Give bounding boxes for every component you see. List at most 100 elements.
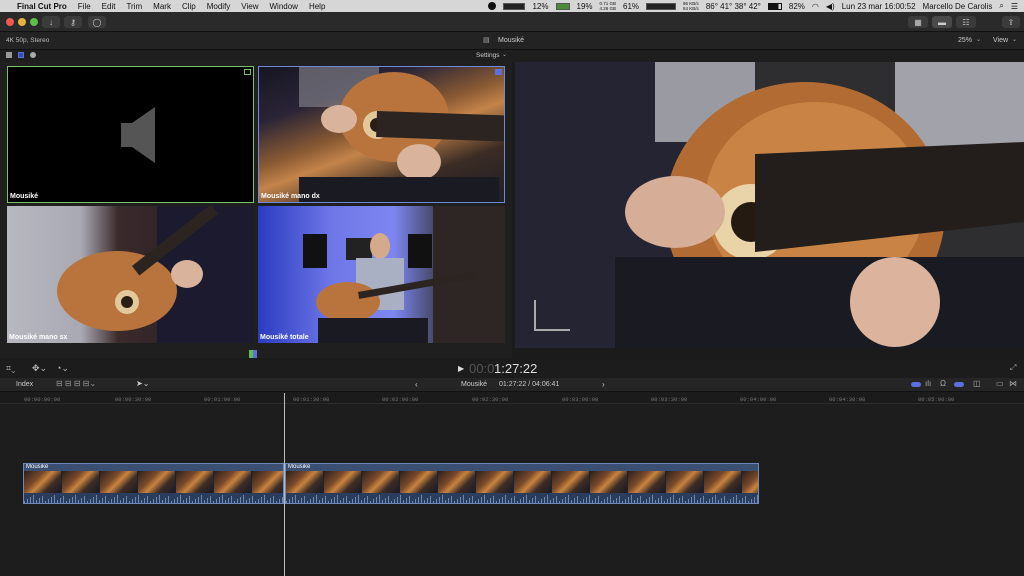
timeline[interactable]: Mousiké Mousiké [0, 404, 1024, 576]
effects-browser-icon[interactable]: ⋈ [1009, 379, 1017, 388]
waveform-bar [307, 501, 308, 503]
waveform-bar [568, 495, 569, 503]
select-tool-icon[interactable]: ➤⌄ [136, 379, 149, 388]
menu-clip[interactable]: Clip [182, 2, 196, 11]
menu-window[interactable]: Window [270, 2, 298, 11]
waveform-bar [105, 496, 106, 503]
clip-appearance-icon[interactable]: ▭ [996, 379, 1004, 388]
angle-tile-2[interactable]: Mousiké mano dx [258, 66, 505, 203]
waveform-bar [715, 495, 716, 503]
skimming-icon[interactable]: ◫ [973, 379, 981, 388]
angle-tile-1[interactable]: Mousiké [7, 66, 254, 203]
ruler-tick: 00:02:30:00 [472, 396, 509, 403]
fullscreen-icon[interactable]: ⤢ [1010, 363, 1016, 373]
transform-tool-icon[interactable]: ✥⌄ [32, 363, 47, 374]
waveform-icon[interactable]: ılı [925, 379, 931, 388]
waveform-bar [171, 501, 172, 503]
index-button[interactable]: Index [16, 381, 33, 388]
angle-tile-3[interactable]: Mousiké mano sx [7, 206, 254, 343]
ruler-tick: 00:04:00:00 [740, 396, 777, 403]
inspector-toggle-button[interactable]: ☷ [956, 16, 976, 28]
waveform-bar [538, 501, 539, 503]
clip-filmstrip [24, 471, 283, 493]
menu-modify[interactable]: Modify [207, 2, 231, 11]
waveform-bar [700, 498, 701, 503]
previous-item-icon[interactable]: ‹ [415, 380, 418, 389]
clip-title: Mousiké [26, 464, 49, 470]
import-button[interactable]: ↓ [42, 16, 60, 28]
waveform-bar [751, 499, 752, 503]
browser-toggle-button[interactable]: ▦ [908, 16, 928, 28]
main-viewer[interactable] [515, 62, 1024, 348]
video-scope-icon[interactable] [911, 382, 921, 387]
waveform-bar [460, 497, 461, 503]
timeline-toggle-button[interactable]: ▬ [932, 16, 952, 28]
multicam-clip[interactable]: Mousiké [285, 463, 759, 504]
menu-help[interactable]: Help [309, 2, 325, 11]
waveform-bar [270, 498, 271, 503]
waveform-bar [634, 500, 635, 503]
minimize-window-icon[interactable] [18, 18, 26, 26]
zoom-dropdown[interactable]: 25% [958, 37, 972, 44]
waveform-bar [370, 501, 371, 503]
snapping-icon[interactable] [954, 382, 964, 387]
waveform-bar [484, 495, 485, 503]
playhead[interactable] [284, 393, 285, 576]
multicam-clip[interactable]: Mousiké [23, 463, 284, 504]
record-icon[interactable] [488, 2, 497, 10]
next-item-icon[interactable]: › [602, 380, 605, 389]
share-button[interactable]: ⇪ [1002, 16, 1020, 28]
waveform-bar [189, 496, 190, 503]
background-tasks-button[interactable]: ◯ [88, 16, 106, 28]
audio-only-switch-icon[interactable] [30, 52, 36, 58]
waveform-bar [430, 496, 431, 503]
menu-list-icon[interactable]: ☰ [1011, 2, 1018, 11]
clip-appearance-icons[interactable]: ⊟ ⊟ ⊟ ⊟⌄ [56, 379, 96, 388]
angle-bank-icon[interactable] [249, 350, 257, 358]
volume-icon[interactable]: ◀) [826, 2, 835, 11]
waveform-bar [310, 499, 311, 503]
menu-edit[interactable]: Edit [102, 2, 116, 11]
waveform-bar [331, 499, 332, 503]
play-icon[interactable]: ▶ [458, 364, 464, 373]
headphones-icon[interactable]: Ω [940, 379, 946, 388]
waveform-bar [132, 499, 133, 503]
menu-trim[interactable]: Trim [126, 2, 142, 11]
app-menu[interactable]: Final Cut Pro [17, 2, 67, 11]
crop-tool-icon[interactable]: ⌗⌄ [6, 363, 15, 374]
battery-icon[interactable] [767, 2, 782, 10]
waveform-bar [322, 498, 323, 503]
wifi-icon[interactable]: ◠ [812, 2, 819, 11]
waveform-bar [526, 495, 527, 503]
timeline-position: 01:27:22 / 04:06:41 [499, 381, 560, 388]
menu-mark[interactable]: Mark [153, 2, 171, 11]
waveform-bar [222, 495, 223, 503]
settings-menu[interactable]: Settings [476, 52, 500, 59]
search-icon[interactable]: ⌕ [999, 1, 1003, 11]
close-window-icon[interactable] [6, 18, 14, 26]
waveform-bar [382, 500, 383, 503]
waveform-bar [78, 500, 79, 503]
waveform-bar [349, 501, 350, 503]
waveform-bar [412, 501, 413, 503]
user-text[interactable]: Marcello De Carolis [923, 2, 993, 11]
menu-file[interactable]: File [78, 2, 91, 11]
clip-thumbnail [552, 471, 590, 493]
video-only-switch-icon[interactable] [18, 52, 24, 58]
waveform-bar [60, 498, 61, 503]
video-audio-switch-icon[interactable] [6, 52, 12, 58]
menu-view[interactable]: View [241, 2, 258, 11]
keywords-button[interactable]: ⚷ [64, 16, 82, 28]
waveform-bar [159, 495, 160, 503]
zoom-window-icon[interactable] [30, 18, 38, 26]
datetime-text[interactable]: Lun 23 mar 16:00:52 [842, 2, 916, 11]
waveform-bar [198, 497, 199, 503]
view-dropdown[interactable]: View [993, 37, 1008, 44]
waveform-bar [225, 500, 226, 503]
speed-tool-icon[interactable]: ◔⌄ [56, 363, 69, 374]
audio-waveform [286, 493, 758, 503]
timecode-display[interactable]: 1:27:22 [494, 361, 537, 376]
angle-tile-4[interactable]: Mousiké totale [258, 206, 505, 343]
waveform-bar [703, 496, 704, 503]
timeline-ruler[interactable]: 00:00:00:00 00:00:30:00 00:01:00:00 00:0… [0, 393, 1024, 404]
